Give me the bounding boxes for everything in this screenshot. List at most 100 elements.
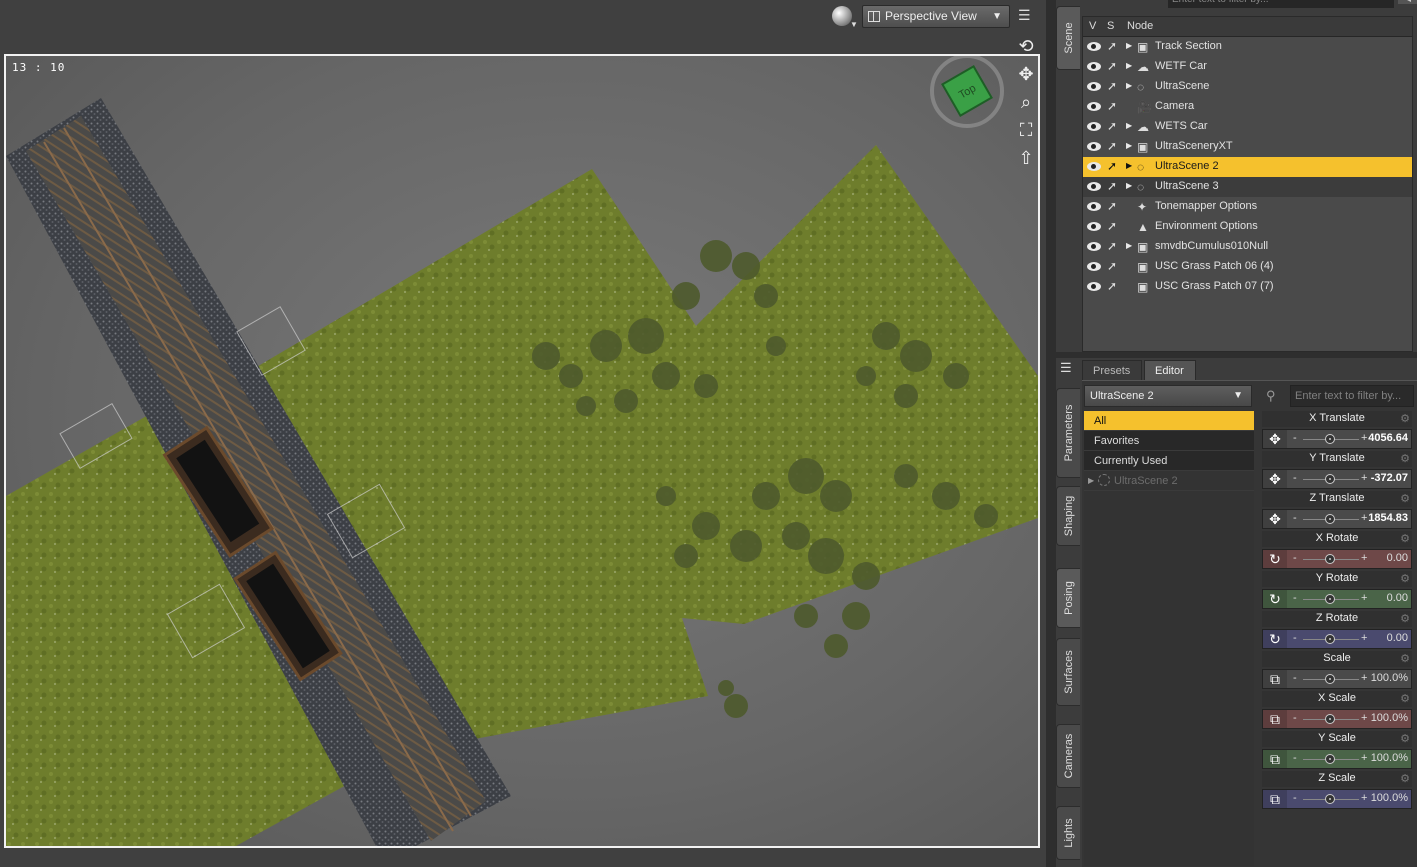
group-node-tree[interactable]: ▶ UltraScene 2 [1084, 471, 1254, 491]
z-translate-track[interactable]: ✥ - +1854.83 [1262, 509, 1412, 529]
scene-node-row[interactable]: ➚ ▶ ◌ UltraScene 2 [1083, 157, 1412, 177]
increment-button[interactable]: + [1361, 752, 1367, 764]
slider-knob[interactable] [1325, 714, 1335, 724]
z-scale-track[interactable]: ⧉ - +100.0% [1262, 789, 1412, 809]
scale-value[interactable]: 100.0% [1371, 672, 1408, 684]
scene-node-row[interactable]: ➚ ▶ ◌ UltraScene 3 [1083, 177, 1412, 197]
scene-filter-input[interactable]: Enter text to filter by... [1168, 0, 1394, 8]
column-selectable[interactable]: S [1107, 20, 1114, 32]
x-rotate-track[interactable]: ↻ - +0.00 [1262, 549, 1412, 569]
tab-shaping[interactable]: Shaping [1056, 486, 1080, 546]
group-favorites[interactable]: Favorites [1084, 431, 1254, 451]
decrement-button[interactable]: - [1293, 432, 1297, 444]
gear-icon[interactable]: ⚙ [1400, 572, 1410, 587]
y-scale-value[interactable]: 100.0% [1371, 752, 1408, 764]
slider-knob[interactable] [1325, 434, 1335, 444]
y-translate-value[interactable]: -372.07 [1371, 472, 1408, 484]
3d-viewport[interactable]: 13 : 10 Top [4, 54, 1040, 848]
expand-icon[interactable]: ▶ [1126, 81, 1132, 90]
scene-node-row[interactable]: ➚ ▶ ▣ UltraSceneryXT [1083, 137, 1412, 157]
decrement-button[interactable]: - [1293, 592, 1297, 604]
gear-icon[interactable]: ⚙ [1400, 652, 1410, 667]
z-translate-value[interactable]: 1854.83 [1368, 512, 1408, 524]
x-translate-value[interactable]: 4056.64 [1368, 432, 1408, 444]
zoom-icon[interactable]: ⌕ [1014, 90, 1038, 114]
group-currently-used[interactable]: Currently Used [1084, 451, 1254, 471]
tab-lights[interactable]: Lights [1056, 806, 1080, 860]
slider-knob[interactable] [1325, 634, 1335, 644]
viewport-menu-icon[interactable]: ☰ [1018, 8, 1036, 24]
selectable-cursor-icon[interactable]: ➚ [1107, 39, 1121, 55]
x-scale-value[interactable]: 100.0% [1371, 712, 1408, 724]
scene-node-row[interactable]: ➚ ✦ Tonemapper Options [1083, 197, 1412, 217]
decrement-button[interactable]: - [1293, 792, 1297, 804]
selectable-cursor-icon[interactable]: ➚ [1107, 59, 1121, 75]
visibility-eye-icon[interactable] [1087, 182, 1101, 191]
scene-node-row[interactable]: ➚ ▶ ◌ UltraScene [1083, 77, 1412, 97]
decrement-button[interactable]: - [1293, 632, 1297, 644]
scene-node-row[interactable]: ➚ ▶ ☁ WETS Car [1083, 117, 1412, 137]
selectable-cursor-icon[interactable]: ➚ [1107, 139, 1121, 155]
increment-button[interactable]: + [1361, 432, 1367, 444]
scene-node-row[interactable]: ➚ ▶ ▣ Track Section [1083, 37, 1412, 57]
tab-scene[interactable]: Scene [1056, 6, 1080, 70]
scene-node-row[interactable]: ➚ ▲ Environment Options [1083, 217, 1412, 237]
increment-button[interactable]: + [1361, 472, 1367, 484]
selectable-cursor-icon[interactable]: ➚ [1107, 159, 1121, 175]
increment-button[interactable]: + [1361, 632, 1367, 644]
selectable-cursor-icon[interactable]: ➚ [1107, 219, 1121, 235]
decrement-button[interactable]: - [1293, 752, 1297, 764]
decrement-button[interactable]: - [1293, 672, 1297, 684]
gear-icon[interactable]: ⚙ [1400, 692, 1410, 707]
visibility-eye-icon[interactable] [1087, 102, 1101, 111]
expand-icon[interactable]: ▶ [1126, 161, 1132, 170]
y-translate-track[interactable]: ✥ - + -372.07 [1262, 469, 1412, 489]
expand-icon[interactable]: ▶ [1088, 471, 1094, 491]
tab-parameters[interactable]: Parameters [1056, 388, 1080, 478]
z-scale-value[interactable]: 100.0% [1371, 792, 1408, 804]
visibility-eye-icon[interactable] [1087, 202, 1101, 211]
decrement-button[interactable]: - [1293, 712, 1297, 724]
scale-track[interactable]: ⧉ - +100.0% [1262, 669, 1412, 689]
z-scale-slider[interactable]: Z Scale ⚙ ⧉ - +100.0% [1262, 771, 1412, 809]
gear-icon[interactable]: ⚙ [1400, 612, 1410, 627]
selectable-cursor-icon[interactable]: ➚ [1107, 99, 1121, 115]
visibility-eye-icon[interactable] [1087, 282, 1101, 291]
prev-icon[interactable]: ◀ [1398, 0, 1417, 4]
slider-knob[interactable] [1325, 514, 1335, 524]
expand-icon[interactable]: ▶ [1126, 181, 1132, 190]
scene-node-row[interactable]: ➚ ▣ USC Grass Patch 06 (4) [1083, 257, 1412, 277]
slider-knob[interactable] [1325, 674, 1335, 684]
z-translate-slider[interactable]: Z Translate ⚙ ✥ - +1854.83 [1262, 491, 1412, 529]
x-scale-track[interactable]: ⧉ - +100.0% [1262, 709, 1412, 729]
visibility-eye-icon[interactable] [1087, 82, 1101, 91]
panel-splitter[interactable] [1046, 0, 1056, 867]
pane-menu-icon[interactable]: ☰ [1060, 360, 1072, 376]
selectable-cursor-icon[interactable]: ➚ [1107, 259, 1121, 275]
visibility-eye-icon[interactable] [1087, 62, 1101, 71]
expand-icon[interactable]: ▶ [1126, 141, 1132, 150]
gear-icon[interactable]: ⚙ [1400, 492, 1410, 507]
gear-icon[interactable]: ⚙ [1400, 532, 1410, 547]
slider-knob[interactable] [1325, 754, 1335, 764]
visibility-eye-icon[interactable] [1087, 142, 1101, 151]
slider-knob[interactable] [1325, 794, 1335, 804]
tab-posing[interactable]: Posing [1056, 568, 1080, 628]
draw-style-icon[interactable] [832, 6, 852, 26]
tab-presets[interactable]: Presets [1082, 360, 1142, 380]
visibility-eye-icon[interactable] [1087, 222, 1101, 231]
selectable-cursor-icon[interactable]: ➚ [1107, 279, 1121, 295]
x-translate-track[interactable]: ✥ - +4056.64 [1262, 429, 1412, 449]
y-translate-slider[interactable]: Y Translate ⚙ ✥ - + -372.07 [1262, 451, 1412, 489]
selectable-cursor-icon[interactable]: ➚ [1107, 199, 1121, 215]
z-rotate-track[interactable]: ↻ - +0.00 [1262, 629, 1412, 649]
y-rotate-value[interactable]: 0.00 [1387, 592, 1408, 604]
camera-view-select[interactable]: Perspective View ▼ [862, 5, 1010, 28]
x-scale-slider[interactable]: X Scale ⚙ ⧉ - +100.0% [1262, 691, 1412, 729]
visibility-eye-icon[interactable] [1087, 42, 1101, 51]
reset-icon[interactable]: ⇧ [1014, 146, 1038, 170]
scene-node-row[interactable]: ➚ ▶ ☁ WETF Car [1083, 57, 1412, 77]
visibility-eye-icon[interactable] [1087, 242, 1101, 251]
tab-cameras[interactable]: Cameras [1056, 724, 1080, 788]
x-rotate-slider[interactable]: X Rotate ⚙ ↻ - +0.00 [1262, 531, 1412, 569]
